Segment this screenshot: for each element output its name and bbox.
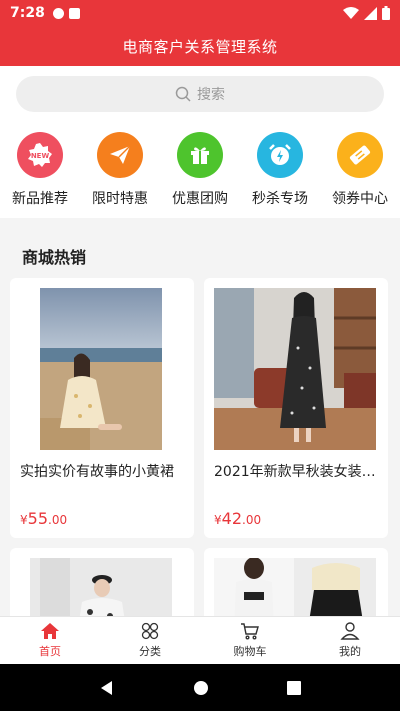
new-badge-icon: NEW: [17, 132, 63, 178]
tab-category[interactable]: 分类: [100, 617, 200, 664]
cart-icon: [241, 623, 259, 640]
tab-cart[interactable]: 购物车: [200, 617, 300, 664]
category-icon: [141, 622, 159, 640]
category-label: 新品推荐: [12, 191, 68, 207]
system-nav-bar: [0, 664, 400, 711]
notification-icon: [52, 7, 64, 19]
gift-icon: [177, 132, 223, 178]
status-bar: 7:28: [0, 0, 400, 26]
tab-label: 我的: [339, 645, 361, 658]
search-placeholder: 搜索: [197, 87, 225, 103]
home-circle-icon[interactable]: [193, 680, 209, 696]
category-label: 领券中心: [332, 191, 388, 207]
product-card[interactable]: 2021年新款早秋装女装碎花连衣裙 ¥42.00: [204, 278, 388, 538]
product-image: [40, 288, 162, 450]
category-label: 优惠团购: [172, 191, 228, 207]
category-group-buy[interactable]: 优惠团购: [161, 132, 239, 218]
wifi-icon: [343, 7, 359, 19]
price-integer: 55: [27, 509, 48, 528]
tab-label: 首页: [39, 645, 61, 658]
product-price: ¥55.00: [20, 509, 67, 528]
sd-card-icon: [68, 7, 80, 19]
user-icon: [340, 622, 360, 640]
status-time: 7:28: [10, 5, 45, 21]
category-label: 限时特惠: [92, 191, 148, 207]
category-label: 秒杀专场: [252, 191, 308, 207]
price-decimal: .00: [48, 513, 68, 527]
alarm-clock-icon: [257, 132, 303, 178]
tab-label: 分类: [139, 645, 161, 658]
svg-text:NEW: NEW: [31, 152, 50, 160]
product-name: 2021年新款早秋装女装碎花连衣裙: [214, 464, 379, 480]
app-header: 电商客户关系管理系统: [0, 26, 400, 66]
section-title: 商城热销: [22, 248, 87, 267]
page-title: 电商客户关系管理系统: [122, 37, 278, 56]
price-integer: 42: [221, 509, 242, 528]
search-icon: [175, 86, 191, 102]
tab-profile[interactable]: 我的: [300, 617, 400, 664]
tab-home[interactable]: 首页: [0, 617, 100, 664]
search-bar: 搜索: [0, 66, 400, 122]
search-input[interactable]: 搜索: [16, 76, 384, 112]
signal-icon: [364, 6, 377, 20]
currency-symbol: ¥: [214, 513, 222, 527]
product-card[interactable]: 实拍实价有故事的小黄裙 ¥55.00: [10, 278, 194, 538]
home-icon: [41, 623, 59, 639]
battery-icon: [382, 6, 390, 20]
category-coupons[interactable]: 领券中心: [321, 132, 399, 218]
category-flash-sale[interactable]: 限时特惠: [81, 132, 159, 218]
recents-icon[interactable]: [287, 680, 301, 695]
product-price: ¥42.00: [214, 509, 261, 528]
category-nav: NEW 新品推荐 限时特惠 优惠团购 秒杀专场 领券中心: [0, 122, 400, 218]
coupon-icon: [337, 132, 383, 178]
category-new-arrivals[interactable]: NEW 新品推荐: [1, 132, 79, 218]
paper-plane-icon: [97, 132, 143, 178]
bottom-tab-bar: 首页 分类 购物车 我的: [0, 616, 400, 664]
price-decimal: .00: [242, 513, 262, 527]
currency-symbol: ¥: [20, 513, 28, 527]
category-seckill[interactable]: 秒杀专场: [241, 132, 319, 218]
back-icon[interactable]: [99, 680, 115, 696]
product-name: 实拍实价有故事的小黄裙: [20, 464, 174, 480]
product-image: [214, 288, 376, 450]
tab-label: 购物车: [233, 645, 267, 658]
section-hot-sale: 商城热销: [0, 232, 400, 280]
